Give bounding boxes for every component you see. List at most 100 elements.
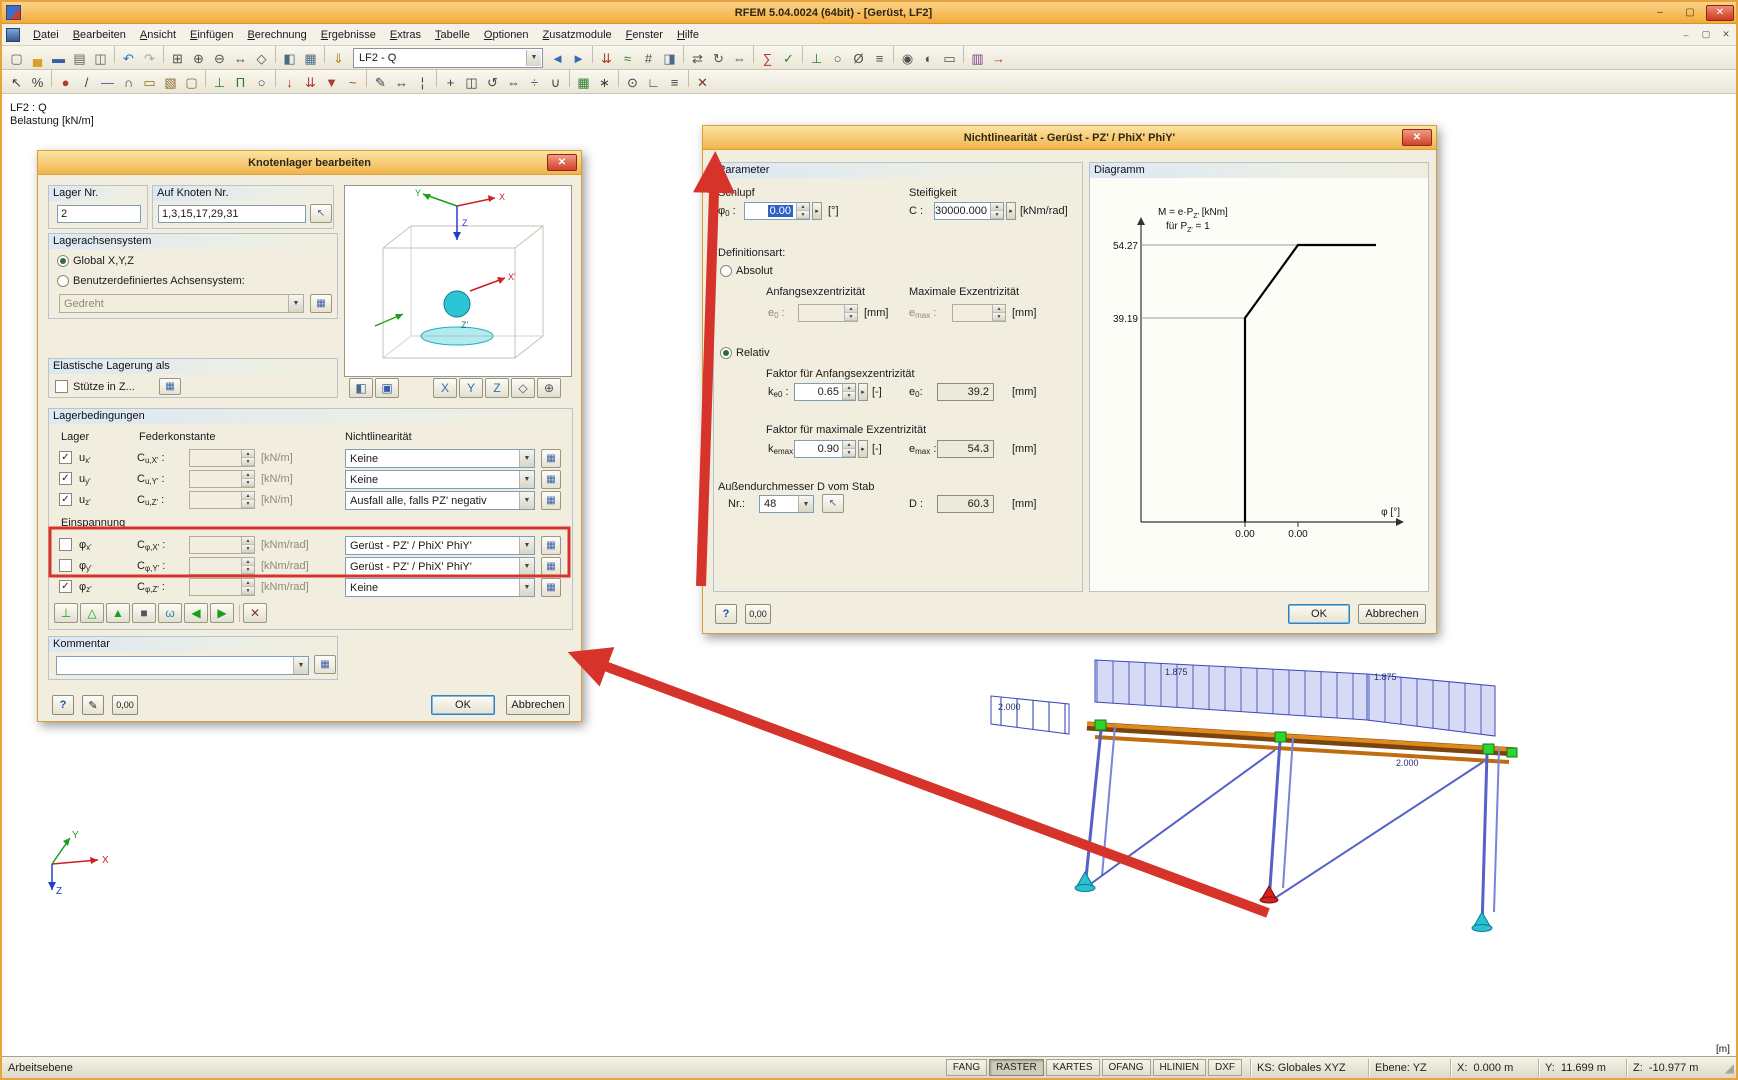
preview-rotate-x-icon[interactable]: X — [433, 378, 457, 398]
open-file-icon[interactable]: ▄ — [27, 49, 48, 69]
menu-ergebnisse[interactable]: Ergebnisse — [314, 26, 383, 44]
zoom-out-icon[interactable]: ⊖ — [209, 49, 230, 69]
result-values-icon[interactable]: # — [638, 49, 659, 69]
status-toggle-fang[interactable]: FANG — [945, 1059, 988, 1076]
help-button[interactable]: ? — [715, 604, 737, 624]
nonlinearity-select-phix[interactable]: Gerüst - PZ' / PhiX' PhiY' ▼ — [345, 536, 535, 555]
spin-detail-button[interactable]: ▸ — [858, 440, 868, 458]
status-toggle-ofang[interactable]: OFANG — [1101, 1059, 1151, 1076]
render-mode-icon[interactable]: ◐ — [918, 49, 939, 69]
checkbox-uy[interactable]: ✓ — [59, 472, 72, 485]
support-number-field[interactable]: 2 — [57, 205, 141, 223]
new-node-icon[interactable]: ● — [55, 73, 76, 93]
edit-column-button[interactable]: ▦ — [159, 378, 181, 395]
insert-member-hinge-icon[interactable]: ○ — [251, 73, 272, 93]
status-toggle-raster[interactable]: RASTER — [989, 1059, 1044, 1076]
menu-fenster[interactable]: Fenster — [619, 26, 670, 44]
delete-icon[interactable]: ✕ — [692, 73, 713, 93]
spin-buttons[interactable]: ▲ ▼ — [990, 203, 1003, 219]
member-load-icon[interactable]: ⇊ — [300, 73, 321, 93]
support-preset-hinged-icon[interactable]: ⊥ — [54, 603, 78, 623]
mdi-close-button[interactable]: ✕ — [1716, 27, 1736, 42]
ortho-icon[interactable]: ∟ — [643, 73, 664, 93]
pick-member-button[interactable]: ↖ — [822, 494, 844, 513]
nonlinearity-select-phiy[interactable]: Gerüst - PZ' / PhiX' PhiY' ▼ — [345, 557, 535, 576]
menu-einfügen[interactable]: Einfügen — [183, 26, 240, 44]
move-copy-icon[interactable]: ⇄ — [687, 49, 708, 69]
units-decimal-button[interactable]: 0,00 — [745, 604, 771, 624]
preview-rotate-z-icon[interactable]: Z — [485, 378, 509, 398]
cancel-button[interactable]: Abbrechen — [506, 695, 570, 715]
status-toggle-kartes[interactable]: KARTES — [1045, 1059, 1100, 1076]
ok-button[interactable]: OK — [1288, 604, 1350, 624]
menu-bearbeiten[interactable]: Bearbeiten — [66, 26, 133, 44]
work-plane-icon[interactable]: ▭ — [939, 49, 960, 69]
close-button[interactable]: ✕ — [1706, 4, 1734, 21]
edit-nonlinearity-button-phiy[interactable]: ▦ — [541, 557, 561, 576]
new-arc-icon[interactable]: ∩ — [118, 73, 139, 93]
edit-nonlinearity-button-uy[interactable]: ▦ — [541, 470, 561, 489]
move-icon[interactable]: + — [440, 73, 461, 93]
close-icon[interactable]: ✕ — [547, 154, 577, 171]
new-file-icon[interactable]: ▢ — [6, 49, 27, 69]
radio-absolut[interactable] — [720, 265, 732, 277]
generate-mesh-icon[interactable]: ▦ — [573, 73, 594, 93]
copy-icon[interactable]: ◫ — [461, 73, 482, 93]
nonlinearity-select-phiz[interactable]: Keine ▼ — [345, 578, 535, 597]
new-solid-icon[interactable]: ▧ — [160, 73, 181, 93]
chevron-down-icon[interactable]: ▼ — [519, 450, 534, 467]
ok-button[interactable]: OK — [431, 695, 495, 715]
support-preset-roller-x-icon[interactable]: △ — [80, 603, 104, 623]
spin-down-icon[interactable]: ▼ — [843, 449, 855, 457]
chevron-down-icon[interactable]: ▼ — [519, 492, 534, 509]
status-toggle-dxf[interactable]: DXF — [1208, 1059, 1242, 1076]
nonlinearity-select-ux[interactable]: Keine ▼ — [345, 449, 535, 468]
dialog-nichtlinearitaet-title[interactable]: Nichtlinearität - Gerüst - PZ' / PhiX' P… — [703, 126, 1436, 150]
ke0-field[interactable]: 0.65 ▲ ▼ — [794, 383, 856, 401]
spin-detail-button[interactable]: ▸ — [1006, 202, 1016, 220]
tables-toggle-icon[interactable]: ▦ — [300, 49, 321, 69]
new-member-icon[interactable]: ― — [97, 73, 118, 93]
spin-detail-button[interactable]: ▸ — [812, 202, 822, 220]
menu-zusatzmodule[interactable]: Zusatzmodule — [536, 26, 619, 44]
chevron-down-icon[interactable]: ▼ — [519, 537, 534, 554]
preview-render-toggle-icon[interactable]: ▣ — [375, 378, 399, 398]
menu-extras[interactable]: Extras — [383, 26, 428, 44]
connect-icon[interactable]: ∪ — [545, 73, 566, 93]
maximize-button[interactable]: ▢ — [1676, 5, 1704, 21]
mdi-minimize-button[interactable]: – — [1676, 27, 1696, 42]
mirror-tool-icon[interactable]: ⇔ — [503, 73, 524, 93]
comment-icon[interactable]: ✎ — [370, 73, 391, 93]
nonlinearity-select-uz[interactable]: Ausfall alle, falls PZ' negativ ▼ — [345, 491, 535, 510]
member-number-select[interactable]: 48 ▼ — [759, 495, 814, 513]
guidelines-icon[interactable]: ¦ — [412, 73, 433, 93]
units-decimal-button[interactable]: 0,00 — [112, 695, 138, 715]
checkbox-phix[interactable] — [59, 538, 72, 551]
project-navigator-icon[interactable]: ◧ — [279, 49, 300, 69]
scaffold-3d-model[interactable] — [977, 640, 1537, 955]
menu-berechnung[interactable]: Berechnung — [240, 26, 313, 44]
spin-up-icon[interactable]: ▲ — [797, 203, 809, 211]
chevron-down-icon[interactable]: ▼ — [526, 49, 541, 66]
support-preset-spring-icon[interactable]: ω — [158, 603, 182, 623]
surface-load-icon[interactable]: ▼ — [321, 73, 342, 93]
new-line-icon[interactable]: / — [76, 73, 97, 93]
support-preset-fixed-icon[interactable]: ■ — [132, 603, 156, 623]
support-preset-cone-icon[interactable]: ◀ — [184, 603, 208, 623]
edit-nonlinearity-button-uz[interactable]: ▦ — [541, 491, 561, 510]
chevron-down-icon[interactable]: ▼ — [798, 496, 813, 512]
mirror-icon[interactable]: ⇔ — [729, 49, 750, 69]
undo-icon[interactable]: ↶ — [118, 49, 139, 69]
new-surface-icon[interactable]: ▭ — [139, 73, 160, 93]
edit-axis-system-button[interactable]: ▦ — [310, 294, 332, 313]
cancel-button[interactable]: Abbrechen — [1358, 604, 1426, 624]
spin-up-icon[interactable]: ▲ — [843, 384, 855, 392]
checkbox-phiy[interactable] — [59, 559, 72, 572]
edit-nonlinearity-button-ux[interactable]: ▦ — [541, 449, 561, 468]
menu-optionen[interactable]: Optionen — [477, 26, 536, 44]
close-icon[interactable]: ✕ — [1402, 129, 1432, 146]
rotate-view-icon[interactable]: ↻ — [708, 49, 729, 69]
node-numbers-field[interactable]: 1,3,15,17,29,31 — [158, 205, 306, 223]
menu-datei[interactable]: Datei — [26, 26, 66, 44]
radio-relativ[interactable] — [720, 347, 732, 359]
